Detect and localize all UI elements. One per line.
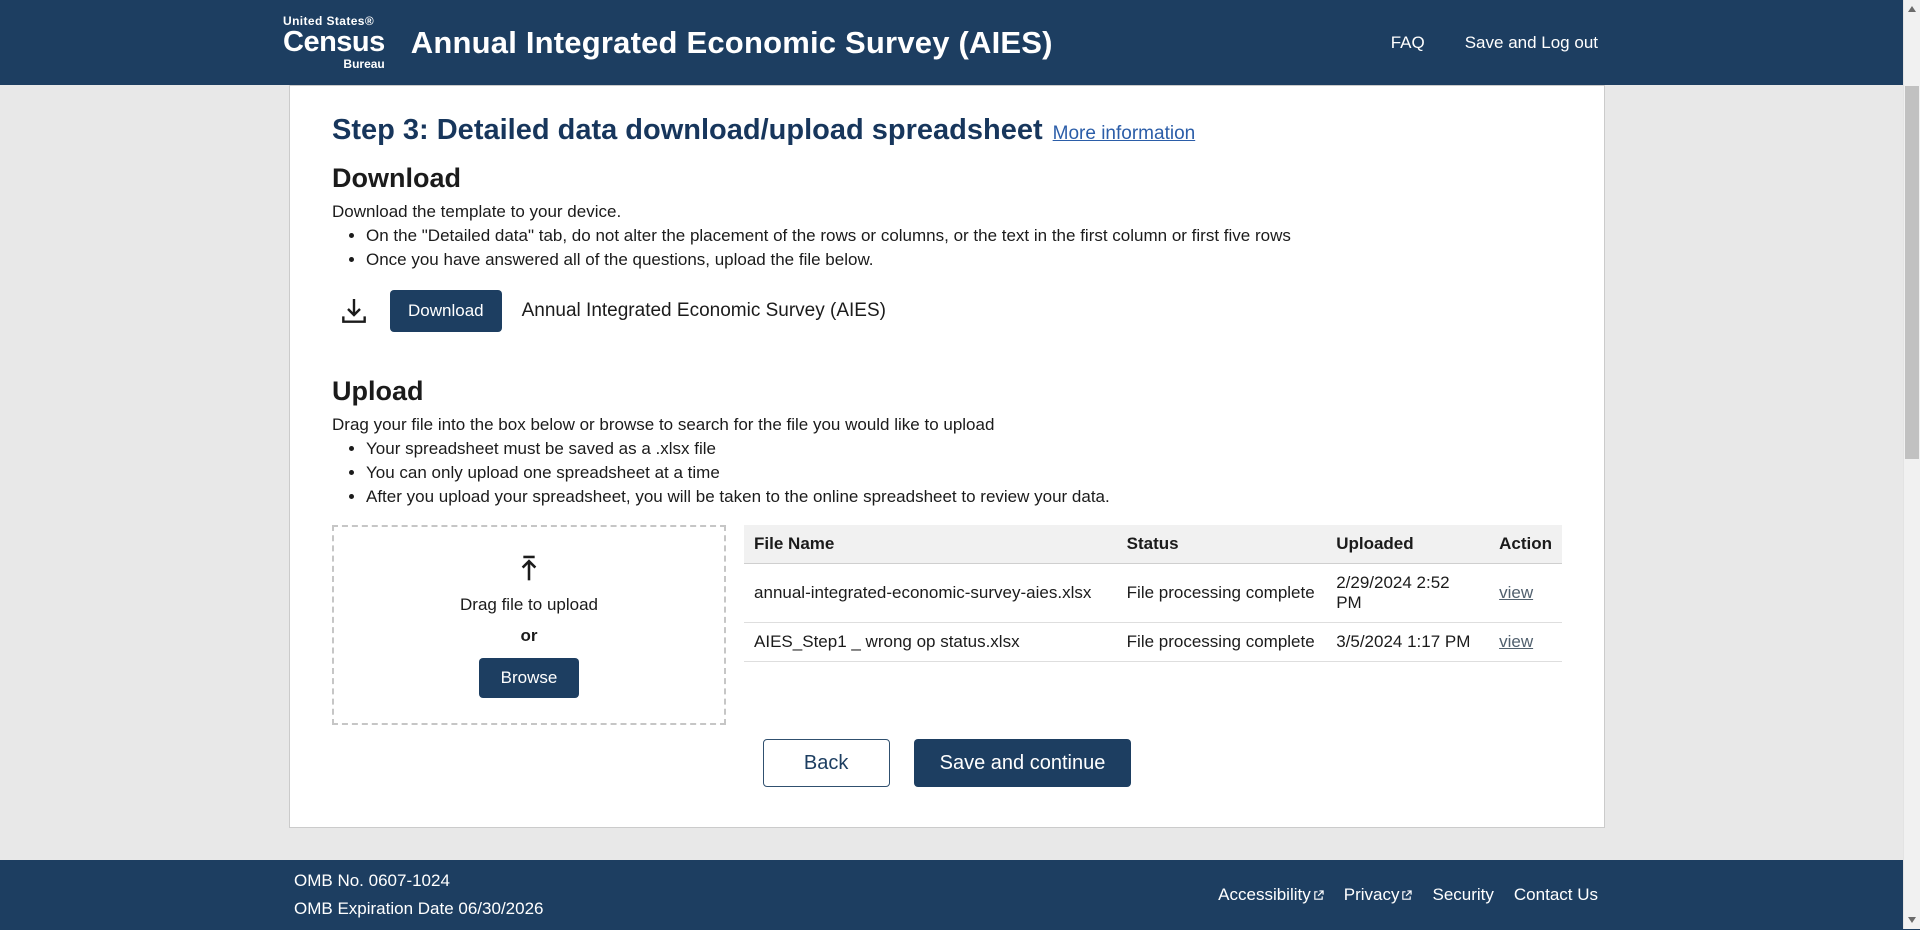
upload-bullet: You can only upload one spreadsheet at a… xyxy=(366,463,1562,483)
scrollbar-up-arrow-icon[interactable] xyxy=(1908,6,1916,12)
cell-action: view xyxy=(1489,623,1562,662)
table-header-row: File Name Status Uploaded Action xyxy=(744,525,1562,564)
view-file-link[interactable]: view xyxy=(1499,583,1533,602)
omb-expiration: OMB Expiration Date 06/30/2026 xyxy=(294,895,543,923)
main-content: Step 3: Detailed data download/upload sp… xyxy=(0,85,1920,828)
cell-file-name: AIES_Step1 _ wrong op status.xlsx xyxy=(744,623,1117,662)
view-file-link[interactable]: view xyxy=(1499,632,1533,651)
footer-privacy-link[interactable]: Privacy xyxy=(1344,885,1413,906)
upload-intro: Drag your file into the box below or bro… xyxy=(332,415,1562,435)
header-nav: FAQ Save and Log out xyxy=(1391,33,1598,53)
download-heading: Download xyxy=(332,163,1562,194)
scrollbar-thumb[interactable] xyxy=(1905,86,1919,459)
uploaded-files-table: File Name Status Uploaded Action annual-… xyxy=(744,525,1562,662)
download-intro: Download the template to your device. xyxy=(332,202,1562,222)
logo-line-census: Census xyxy=(283,28,385,57)
upload-bullets: Your spreadsheet must be saved as a .xls… xyxy=(332,439,1562,507)
upload-columns: Drag file to upload or Browse File Name … xyxy=(332,525,1562,725)
download-button[interactable]: Download xyxy=(390,290,502,332)
app-header: United States® Census Bureau Annual Inte… xyxy=(0,0,1920,85)
upload-bullet: After you upload your spreadsheet, you w… xyxy=(366,487,1562,507)
cell-uploaded: 3/5/2024 1:17 PM xyxy=(1326,623,1489,662)
app-title: Annual Integrated Economic Survey (AIES) xyxy=(411,25,1053,61)
dropzone-label: Drag file to upload xyxy=(460,595,598,615)
external-link-icon xyxy=(1313,886,1324,906)
download-icon xyxy=(338,295,370,327)
content-card: Step 3: Detailed data download/upload sp… xyxy=(289,85,1605,828)
download-row: Download Annual Integrated Economic Surv… xyxy=(338,290,1562,332)
column-header-uploaded: Uploaded xyxy=(1326,525,1489,564)
title-row: Step 3: Detailed data download/upload sp… xyxy=(332,110,1562,147)
table-row: AIES_Step1 _ wrong op status.xlsx File p… xyxy=(744,623,1562,662)
footer-security-link[interactable]: Security xyxy=(1432,885,1493,905)
download-bullet: Once you have answered all of the questi… xyxy=(366,250,1562,270)
table-row: annual-integrated-economic-survey-aies.x… xyxy=(744,564,1562,623)
download-section: Download Download the template to your d… xyxy=(332,163,1562,332)
form-actions: Back Save and continue xyxy=(332,739,1562,787)
census-logo: United States® Census Bureau xyxy=(283,15,385,70)
upload-icon xyxy=(512,552,546,591)
upload-section: Upload Drag your file into the box below… xyxy=(332,376,1562,787)
omb-number: OMB No. 0607-1024 xyxy=(294,867,543,895)
column-header-file-name: File Name xyxy=(744,525,1117,564)
download-file-label: Annual Integrated Economic Survey (AIES) xyxy=(522,300,886,322)
download-bullet: On the "Detailed data" tab, do not alter… xyxy=(366,226,1562,246)
vertical-scrollbar[interactable] xyxy=(1903,0,1920,929)
omb-info: OMB No. 0607-1024 OMB Expiration Date 06… xyxy=(294,867,543,923)
browse-button[interactable]: Browse xyxy=(479,658,580,698)
back-button[interactable]: Back xyxy=(763,739,890,787)
cell-file-name: annual-integrated-economic-survey-aies.x… xyxy=(744,564,1117,623)
file-dropzone[interactable]: Drag file to upload or Browse xyxy=(332,525,726,725)
cell-uploaded: 2/29/2024 2:52 PM xyxy=(1326,564,1489,623)
download-bullets: On the "Detailed data" tab, do not alter… xyxy=(332,226,1562,270)
footer-contact-us-link[interactable]: Contact Us xyxy=(1514,885,1598,905)
footer-accessibility-link[interactable]: Accessibility xyxy=(1218,885,1324,906)
app-footer: OMB No. 0607-1024 OMB Expiration Date 06… xyxy=(0,860,1920,930)
upload-heading: Upload xyxy=(332,376,1562,407)
cell-status: File processing complete xyxy=(1117,564,1327,623)
page-title: Step 3: Detailed data download/upload sp… xyxy=(332,114,1043,147)
column-header-action: Action xyxy=(1489,525,1562,564)
column-header-status: Status xyxy=(1117,525,1327,564)
scrollbar-down-arrow-icon[interactable] xyxy=(1908,917,1916,923)
logo-line-bureau: Bureau xyxy=(283,58,385,70)
nav-save-logout-link[interactable]: Save and Log out xyxy=(1465,33,1598,53)
cell-action: view xyxy=(1489,564,1562,623)
cell-status: File processing complete xyxy=(1117,623,1327,662)
more-information-link[interactable]: More information xyxy=(1053,123,1196,145)
external-link-icon xyxy=(1401,886,1412,906)
footer-links: Accessibility Privacy Security Contact U… xyxy=(1218,885,1598,906)
upload-bullet: Your spreadsheet must be saved as a .xls… xyxy=(366,439,1562,459)
save-and-continue-button[interactable]: Save and continue xyxy=(914,739,1132,787)
nav-faq-link[interactable]: FAQ xyxy=(1391,33,1425,53)
dropzone-or-label: or xyxy=(521,626,538,646)
